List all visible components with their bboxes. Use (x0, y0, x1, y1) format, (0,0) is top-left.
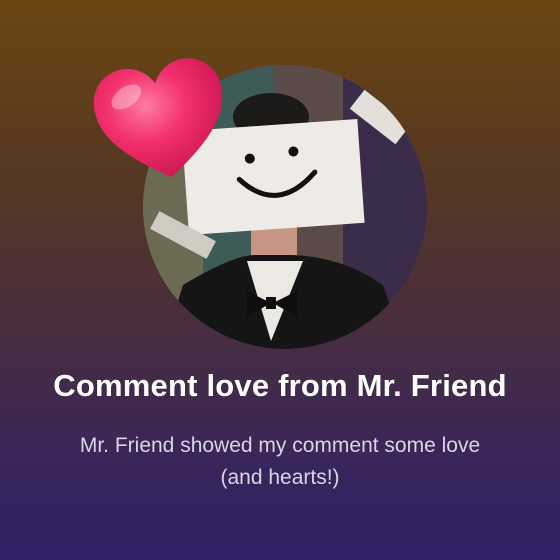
heart-icon (93, 58, 223, 178)
comment-love-card: Comment love from Mr. Friend Mr. Friend … (0, 0, 560, 560)
notification-message: Mr. Friend showed my comment some love (… (79, 434, 481, 489)
notification-title: Comment love from Mr. Friend (53, 368, 507, 403)
